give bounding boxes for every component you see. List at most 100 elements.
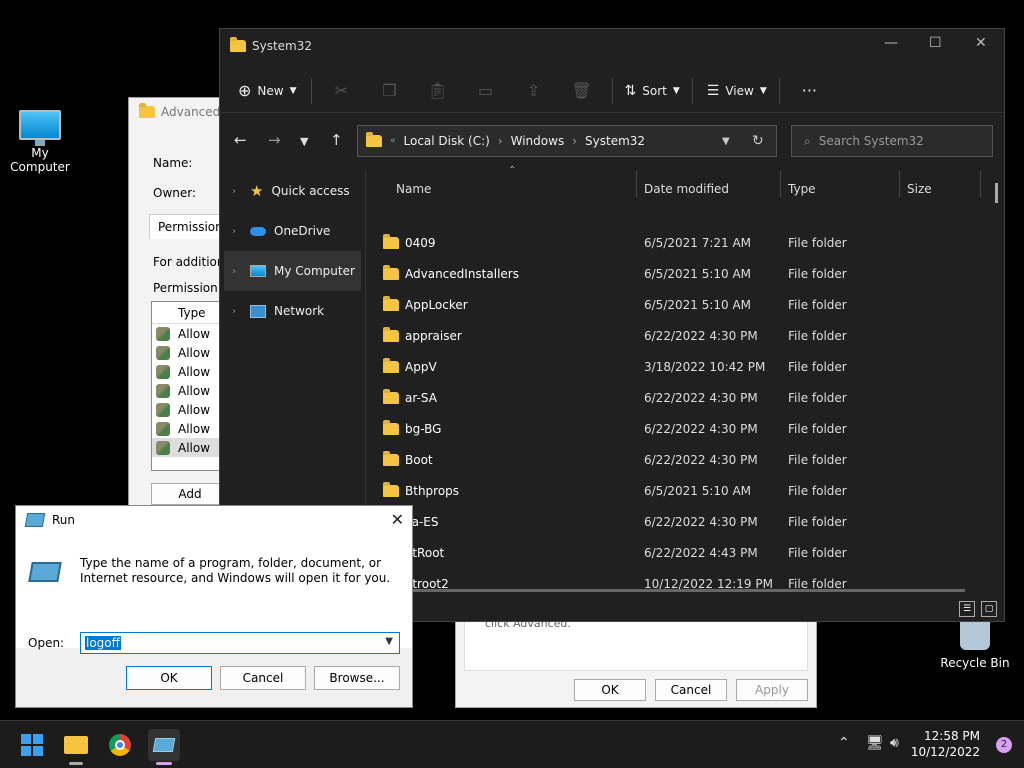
network-icon[interactable]: 🖥︎ xyxy=(866,735,884,751)
list-item[interactable]: Boot 6/22/2022 4:30 PM File folder xyxy=(367,444,987,475)
rename-icon[interactable]: ▭ xyxy=(462,81,510,100)
new-label: New xyxy=(257,83,284,98)
list-item[interactable]: atroot2 10/12/2022 12:19 PM File folder xyxy=(367,568,987,599)
volume-icon[interactable]: 🔊︎ xyxy=(890,735,899,751)
column-header-date[interactable]: Date modified xyxy=(644,182,729,196)
details-view-icon[interactable]: ☰ xyxy=(959,601,975,617)
breadcrumb-system32[interactable]: System32 xyxy=(585,134,645,148)
file-type: File folder xyxy=(788,514,847,529)
list-item[interactable]: AdvancedInstallers 6/5/2021 5:10 AM File f… xyxy=(367,258,987,289)
ok-button[interactable]: OK xyxy=(126,666,212,690)
clock-time: 12:58 PM xyxy=(924,729,980,743)
sort-button[interactable]: ⇅ Sort ▼ xyxy=(625,83,680,99)
add-button[interactable]: Add xyxy=(151,483,229,505)
command-bar: ⊕ New ▼ ✂ ❐ 📋︎ ▭ ⇪ 🗑︎ ⇅ Sort ▼ ☰ View ▼ … xyxy=(220,69,1004,113)
file-name: AppV xyxy=(405,359,437,374)
file-type: File folder xyxy=(788,297,847,312)
list-item[interactable]: AppV 3/18/2022 10:42 PM File folder xyxy=(367,351,987,382)
chevron-right-icon[interactable]: › xyxy=(232,266,242,277)
new-button[interactable]: ⊕ New ▼ xyxy=(238,81,297,100)
large-icons-view-icon[interactable]: ▢ xyxy=(981,601,997,617)
open-combobox[interactable]: logoff ▼ xyxy=(80,632,400,654)
chevron-right-icon[interactable]: › xyxy=(232,306,242,317)
column-header-type[interactable]: Type xyxy=(788,182,816,196)
notification-badge[interactable]: 2 xyxy=(996,737,1012,753)
column-divider[interactable] xyxy=(899,171,900,197)
chevron-right-icon: › xyxy=(572,134,578,148)
chevron-up-icon[interactable]: ⌃ xyxy=(838,735,850,751)
file-date: 6/5/2021 5:10 AM xyxy=(644,266,752,281)
properties-dialog: click Advanced. OK Cancel Apply xyxy=(455,612,817,708)
horizontal-scrollbar[interactable] xyxy=(370,589,965,592)
browse-button[interactable]: Browse... xyxy=(314,666,400,690)
open-input-value[interactable]: logoff xyxy=(85,636,121,650)
apply-button[interactable]: Apply xyxy=(736,679,808,701)
clock[interactable]: 12:58 PM 10/12/2022 xyxy=(911,728,980,760)
chevron-right-icon[interactable]: › xyxy=(232,186,242,197)
breadcrumb-local-disk[interactable]: Local Disk (C:) xyxy=(404,134,490,148)
window-title-bar[interactable]: Run xyxy=(16,506,412,534)
start-button[interactable] xyxy=(16,729,48,761)
nav-item-quick-access[interactable]: › ★ Quick access xyxy=(220,171,365,211)
separator xyxy=(778,77,780,104)
column-divider[interactable] xyxy=(780,171,781,197)
address-bar[interactable]: « Local Disk (C:) › Windows › System32 ▼… xyxy=(357,125,777,157)
run-icon xyxy=(24,513,46,527)
chevron-down-icon[interactable]: ▼ xyxy=(722,136,730,147)
list-item[interactable]: bg-BG 6/22/2022 4:30 PM File folder xyxy=(367,413,987,444)
user-group-icon xyxy=(156,345,170,360)
list-item[interactable]: ca-ES 6/22/2022 4:30 PM File folder xyxy=(367,506,987,537)
back-icon[interactable]: ← xyxy=(234,131,247,149)
recent-locations-icon[interactable]: ▼ xyxy=(300,135,308,148)
nav-item-onedrive[interactable]: › OneDrive xyxy=(220,211,365,251)
column-divider[interactable] xyxy=(636,171,637,197)
file-name: appraiser xyxy=(405,328,462,343)
ok-button[interactable]: OK xyxy=(574,679,646,701)
taskbar-run[interactable] xyxy=(148,729,180,765)
share-icon[interactable]: ⇪ xyxy=(510,81,558,100)
chevron-down-icon[interactable]: ▼ xyxy=(385,636,393,647)
desktop-icon-label: My Computer xyxy=(10,146,70,174)
copy-icon[interactable]: ❐ xyxy=(366,81,414,100)
nav-item-network[interactable]: › Network xyxy=(220,291,365,331)
list-item[interactable]: ar-SA 6/22/2022 4:30 PM File folder xyxy=(367,382,987,413)
chevron-right-icon[interactable]: › xyxy=(232,226,242,237)
taskbar-chrome[interactable] xyxy=(104,729,136,761)
delete-icon[interactable]: 🗑︎ xyxy=(558,81,606,100)
list-item[interactable]: 0409 6/5/2021 7:21 AM File folder xyxy=(367,227,987,258)
desktop-icon-my-computer[interactable]: My Computer xyxy=(0,110,80,174)
more-options-button[interactable]: ··· xyxy=(802,81,817,100)
refresh-icon[interactable]: ↻ xyxy=(752,133,764,149)
chevron-down-icon: ▼ xyxy=(759,85,767,96)
column-header-size[interactable]: Size xyxy=(907,182,932,196)
search-input[interactable]: ⌕ Search System32 xyxy=(791,125,993,157)
close-icon[interactable]: ✕ xyxy=(975,35,987,51)
overflow-chevron-icon[interactable]: « xyxy=(390,136,396,146)
list-item[interactable]: appraiser 6/22/2022 4:30 PM File folder xyxy=(367,320,987,351)
cancel-button[interactable]: Cancel xyxy=(655,679,727,701)
column-divider[interactable] xyxy=(980,171,981,197)
list-item[interactable]: Bthprops 6/5/2021 5:10 AM File folder xyxy=(367,475,987,506)
windows-logo-icon xyxy=(21,734,43,756)
list-item[interactable]: atRoot 6/22/2022 4:43 PM File folder xyxy=(367,537,987,568)
close-icon[interactable]: ✕ xyxy=(391,510,404,529)
paste-icon[interactable]: 📋︎ xyxy=(414,81,462,100)
desktop-icon-recycle-bin[interactable]: Recycle Bin xyxy=(935,614,1015,670)
folder-icon xyxy=(383,481,399,497)
taskbar-file-explorer[interactable] xyxy=(60,729,92,765)
file-date: 6/22/2022 4:30 PM xyxy=(644,514,758,529)
view-button[interactable]: ☰ View ▼ xyxy=(707,83,767,99)
nav-item-my-computer[interactable]: › My Computer xyxy=(224,251,361,291)
cut-icon[interactable]: ✂ xyxy=(318,81,366,100)
maximize-icon[interactable]: ☐ xyxy=(929,35,942,51)
open-label: Open: xyxy=(28,636,65,650)
breadcrumb-windows[interactable]: Windows xyxy=(511,134,565,148)
folder-icon xyxy=(383,450,399,466)
cancel-button[interactable]: Cancel xyxy=(220,666,306,690)
list-item[interactable]: AppLocker 6/5/2021 5:10 AM File folder xyxy=(367,289,987,320)
vertical-scrollbar[interactable] xyxy=(995,183,998,203)
column-header-name[interactable]: Name xyxy=(396,182,431,196)
minimize-icon[interactable]: — xyxy=(884,35,898,51)
up-icon[interactable]: ↑ xyxy=(330,131,343,149)
forward-icon[interactable]: → xyxy=(268,131,281,149)
